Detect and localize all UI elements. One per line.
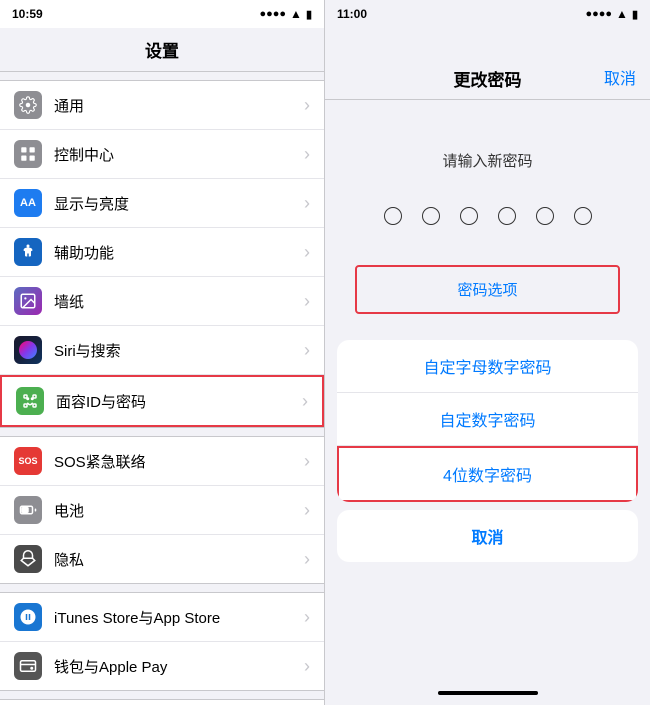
settings-item-privacy[interactable]: 隐私 [0, 535, 324, 583]
dot-5 [536, 207, 554, 225]
right-signal-icon: ●●●● [585, 8, 612, 20]
wallet-icon [14, 652, 42, 680]
settings-item-sos[interactable]: SOS SOS紧急联络 [0, 437, 324, 486]
right-status-icons: ●●●● ▲ ▮ [585, 7, 638, 21]
dot-6 [574, 207, 592, 225]
wallpaper-icon [14, 287, 42, 315]
privacy-chevron [304, 549, 310, 570]
cancel-nav-button[interactable]: 取消 [604, 65, 636, 89]
settings-section-2: SOS SOS紧急联络 电池 隐私 [0, 436, 324, 584]
sos-icon: SOS [14, 447, 42, 475]
option-custom-numeric[interactable]: 自定数字密码 [337, 393, 638, 446]
left-nav-bar: 设置 [0, 28, 324, 72]
settings-item-faceid[interactable]: 面容ID与密码 [0, 375, 324, 427]
right-panel: 11:00 ●●●● ▲ ▮ 更改密码 取消 请输入新密码 密码选项 自定字母数… [325, 0, 650, 705]
settings-section-1: 通用 控制中心 AA 显示与亮度 辅助功 [0, 80, 324, 428]
appstore-chevron [304, 607, 310, 628]
right-nav-bar: 更改密码 取消 [325, 28, 650, 100]
passcode-dots [325, 191, 650, 255]
right-status-bar: 11:00 ●●●● ▲ ▮ [325, 0, 650, 28]
passcode-prompt: 请输入新密码 [325, 110, 650, 191]
faceid-chevron [302, 391, 308, 412]
battery-chevron [304, 500, 310, 521]
settings-item-general[interactable]: 通用 [0, 81, 324, 130]
battery-icon: ▮ [306, 8, 312, 21]
control-label: 控制中心 [54, 144, 304, 165]
battery-label: 电池 [54, 500, 304, 521]
wallet-label: 钱包与Apple Pay [54, 656, 304, 677]
general-icon [14, 91, 42, 119]
cancel-sheet-button[interactable]: 取消 [337, 510, 638, 562]
option-custom-alpha[interactable]: 自定字母数字密码 [337, 340, 638, 393]
left-status-icons: ●●●● ▲ ▮ [259, 7, 312, 21]
options-sheet: 自定字母数字密码 自定数字密码 4位数字密码 [337, 340, 638, 502]
faceid-icon [16, 387, 44, 415]
settings-item-display[interactable]: AA 显示与亮度 [0, 179, 324, 228]
siri-label: Siri与搜索 [54, 340, 304, 361]
control-icon [14, 140, 42, 168]
general-chevron [304, 95, 310, 116]
left-status-bar: 10:59 ●●●● ▲ ▮ [0, 0, 324, 28]
accessibility-label: 辅助功能 [54, 242, 304, 263]
signal-icon: ●●●● [259, 8, 286, 20]
right-nav-title: 更改密码 [454, 66, 522, 91]
general-label: 通用 [54, 95, 304, 116]
home-bar [438, 691, 538, 695]
faceid-label: 面容ID与密码 [56, 391, 302, 412]
settings-item-accessibility[interactable]: 辅助功能 [0, 228, 324, 277]
wallet-chevron [304, 656, 310, 677]
settings-section-4: 密码与帐户 邮件 [0, 699, 324, 705]
appstore-label: iTunes Store与App Store [54, 607, 304, 628]
siri-chevron [304, 340, 310, 361]
control-chevron [304, 144, 310, 165]
dot-2 [422, 207, 440, 225]
wallpaper-chevron [304, 291, 310, 312]
right-battery-icon: ▮ [632, 8, 638, 21]
left-nav-title: 设置 [145, 37, 179, 62]
right-time: 11:00 [337, 7, 367, 21]
left-panel: 10:59 ●●●● ▲ ▮ 设置 通用 控制中心 [0, 0, 325, 705]
siri-icon [14, 336, 42, 364]
settings-section-3: iTunes Store与App Store 钱包与Apple Pay [0, 592, 324, 691]
settings-item-battery[interactable]: 电池 [0, 486, 324, 535]
settings-item-wallet[interactable]: 钱包与Apple Pay [0, 642, 324, 690]
settings-item-passwords[interactable]: 密码与帐户 [0, 700, 324, 705]
settings-item-siri[interactable]: Siri与搜索 [0, 326, 324, 375]
display-label: 显示与亮度 [54, 193, 304, 214]
settings-item-wallpaper[interactable]: 墙纸 [0, 277, 324, 326]
privacy-icon [14, 545, 42, 573]
sos-label: SOS紧急联络 [54, 451, 304, 472]
dot-3 [460, 207, 478, 225]
settings-item-control[interactable]: 控制中心 [0, 130, 324, 179]
settings-list: 通用 控制中心 AA 显示与亮度 辅助功 [0, 72, 324, 705]
settings-item-appstore[interactable]: iTunes Store与App Store [0, 593, 324, 642]
display-chevron [304, 193, 310, 214]
right-wifi-icon: ▲ [616, 7, 628, 21]
wifi-icon: ▲ [290, 7, 302, 21]
dot-1 [384, 207, 402, 225]
battery-icon2 [14, 496, 42, 524]
display-icon: AA [14, 189, 42, 217]
left-time: 10:59 [12, 7, 43, 21]
cancel-sheet: 取消 [337, 510, 638, 562]
appstore-icon [14, 603, 42, 631]
home-indicator-right [325, 685, 650, 705]
dot-4 [498, 207, 516, 225]
sos-chevron [304, 451, 310, 472]
option-4digit[interactable]: 4位数字密码 [337, 446, 638, 502]
privacy-label: 隐私 [54, 549, 304, 570]
accessibility-chevron [304, 242, 310, 263]
accessibility-icon [14, 238, 42, 266]
passcode-options-button[interactable]: 密码选项 [355, 265, 620, 314]
wallpaper-label: 墙纸 [54, 291, 304, 312]
